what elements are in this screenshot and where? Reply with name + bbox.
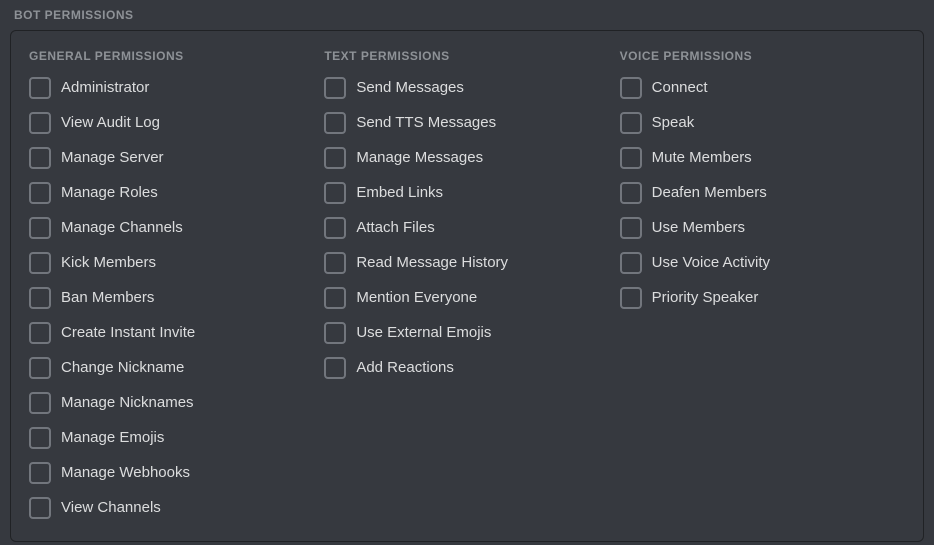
checkbox-icon[interactable]	[324, 112, 346, 134]
checkbox-icon[interactable]	[324, 322, 346, 344]
perm-label: Send Messages	[356, 79, 464, 97]
perm-read-message-history[interactable]: Read Message History	[324, 252, 609, 274]
section-title: BOT PERMISSIONS	[0, 0, 934, 30]
perm-label: Mute Members	[652, 149, 752, 167]
perm-label: Priority Speaker	[652, 289, 759, 307]
perm-mention-everyone[interactable]: Mention Everyone	[324, 287, 609, 309]
perm-view-channels[interactable]: View Channels	[29, 497, 314, 519]
checkbox-icon[interactable]	[324, 147, 346, 169]
perm-label: Mention Everyone	[356, 289, 477, 307]
checkbox-icon[interactable]	[620, 77, 642, 99]
checkbox-icon[interactable]	[324, 357, 346, 379]
voice-permissions-column: VOICE PERMISSIONS Connect Speak Mute Mem…	[620, 49, 905, 519]
checkbox-icon[interactable]	[29, 112, 51, 134]
checkbox-icon[interactable]	[29, 357, 51, 379]
perm-label: Attach Files	[356, 219, 434, 237]
permissions-columns: GENERAL PERMISSIONS Administrator View A…	[29, 49, 905, 519]
checkbox-icon[interactable]	[620, 112, 642, 134]
perm-kick-members[interactable]: Kick Members	[29, 252, 314, 274]
perm-manage-emojis[interactable]: Manage Emojis	[29, 427, 314, 449]
permissions-panel: GENERAL PERMISSIONS Administrator View A…	[10, 30, 924, 542]
perm-label: Create Instant Invite	[61, 324, 195, 342]
perm-attach-files[interactable]: Attach Files	[324, 217, 609, 239]
general-permissions-list: Administrator View Audit Log Manage Serv…	[29, 77, 314, 519]
perm-label: Kick Members	[61, 254, 156, 272]
perm-label: Manage Emojis	[61, 429, 164, 447]
perm-manage-channels[interactable]: Manage Channels	[29, 217, 314, 239]
perm-manage-server[interactable]: Manage Server	[29, 147, 314, 169]
perm-label: Manage Server	[61, 149, 164, 167]
perm-label: Use External Emojis	[356, 324, 491, 342]
checkbox-icon[interactable]	[620, 147, 642, 169]
perm-label: Use Voice Activity	[652, 254, 770, 272]
perm-label: Speak	[652, 114, 695, 132]
general-permissions-column: GENERAL PERMISSIONS Administrator View A…	[29, 49, 314, 519]
perm-priority-speaker[interactable]: Priority Speaker	[620, 287, 905, 309]
perm-label: Ban Members	[61, 289, 154, 307]
perm-add-reactions[interactable]: Add Reactions	[324, 357, 609, 379]
perm-send-tts-messages[interactable]: Send TTS Messages	[324, 112, 609, 134]
checkbox-icon[interactable]	[29, 147, 51, 169]
checkbox-icon[interactable]	[620, 287, 642, 309]
perm-label: Read Message History	[356, 254, 508, 272]
perm-manage-webhooks[interactable]: Manage Webhooks	[29, 462, 314, 484]
checkbox-icon[interactable]	[324, 217, 346, 239]
checkbox-icon[interactable]	[29, 427, 51, 449]
checkbox-icon[interactable]	[620, 182, 642, 204]
general-permissions-header: GENERAL PERMISSIONS	[29, 49, 314, 63]
checkbox-icon[interactable]	[29, 392, 51, 414]
perm-label: Manage Channels	[61, 219, 183, 237]
checkbox-icon[interactable]	[29, 462, 51, 484]
checkbox-icon[interactable]	[29, 182, 51, 204]
perm-label: Manage Roles	[61, 184, 158, 202]
text-permissions-header: TEXT PERMISSIONS	[324, 49, 609, 63]
checkbox-icon[interactable]	[620, 252, 642, 274]
voice-permissions-list: Connect Speak Mute Members Deafen Member…	[620, 77, 905, 309]
checkbox-icon[interactable]	[324, 287, 346, 309]
perm-label: Administrator	[61, 79, 149, 97]
text-permissions-column: TEXT PERMISSIONS Send Messages Send TTS …	[324, 49, 609, 519]
perm-manage-messages[interactable]: Manage Messages	[324, 147, 609, 169]
perm-administrator[interactable]: Administrator	[29, 77, 314, 99]
perm-label: Manage Nicknames	[61, 394, 194, 412]
text-permissions-list: Send Messages Send TTS Messages Manage M…	[324, 77, 609, 379]
checkbox-icon[interactable]	[620, 217, 642, 239]
perm-label: Add Reactions	[356, 359, 454, 377]
checkbox-icon[interactable]	[29, 252, 51, 274]
perm-create-instant-invite[interactable]: Create Instant Invite	[29, 322, 314, 344]
perm-use-voice-activity[interactable]: Use Voice Activity	[620, 252, 905, 274]
perm-speak[interactable]: Speak	[620, 112, 905, 134]
checkbox-icon[interactable]	[29, 497, 51, 519]
voice-permissions-header: VOICE PERMISSIONS	[620, 49, 905, 63]
checkbox-icon[interactable]	[324, 77, 346, 99]
perm-label: View Audit Log	[61, 114, 160, 132]
perm-label: Change Nickname	[61, 359, 184, 377]
perm-connect[interactable]: Connect	[620, 77, 905, 99]
perm-label: Send TTS Messages	[356, 114, 496, 132]
perm-label: Manage Webhooks	[61, 464, 190, 482]
perm-send-messages[interactable]: Send Messages	[324, 77, 609, 99]
checkbox-icon[interactable]	[29, 287, 51, 309]
checkbox-icon[interactable]	[29, 322, 51, 344]
perm-use-external-emojis[interactable]: Use External Emojis	[324, 322, 609, 344]
perm-change-nickname[interactable]: Change Nickname	[29, 357, 314, 379]
perm-label: Use Members	[652, 219, 745, 237]
perm-label: Manage Messages	[356, 149, 483, 167]
perm-manage-nicknames[interactable]: Manage Nicknames	[29, 392, 314, 414]
checkbox-icon[interactable]	[324, 182, 346, 204]
perm-label: Connect	[652, 79, 708, 97]
perm-view-audit-log[interactable]: View Audit Log	[29, 112, 314, 134]
perm-label: View Channels	[61, 499, 161, 517]
perm-use-members[interactable]: Use Members	[620, 217, 905, 239]
perm-mute-members[interactable]: Mute Members	[620, 147, 905, 169]
perm-deafen-members[interactable]: Deafen Members	[620, 182, 905, 204]
perm-label: Embed Links	[356, 184, 443, 202]
checkbox-icon[interactable]	[324, 252, 346, 274]
perm-ban-members[interactable]: Ban Members	[29, 287, 314, 309]
perm-manage-roles[interactable]: Manage Roles	[29, 182, 314, 204]
perm-label: Deafen Members	[652, 184, 767, 202]
perm-embed-links[interactable]: Embed Links	[324, 182, 609, 204]
checkbox-icon[interactable]	[29, 77, 51, 99]
checkbox-icon[interactable]	[29, 217, 51, 239]
